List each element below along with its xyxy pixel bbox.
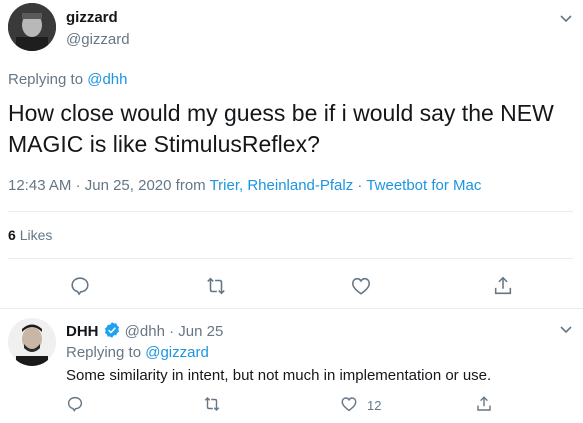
replying-prefix: Replying to (66, 344, 142, 361)
reply-author-handle[interactable]: @dhh (125, 323, 165, 340)
source-link[interactable]: Tweetbot for Mac (366, 177, 481, 194)
author-name[interactable]: gizzard (66, 9, 118, 26)
share-icon[interactable] (492, 275, 514, 297)
replying-handle-link[interactable]: @dhh (87, 71, 127, 88)
replying-to: Replying to @dhh (8, 71, 127, 88)
reply-icon[interactable] (69, 275, 91, 297)
meta-separator: · (75, 177, 81, 194)
heart-icon[interactable] (340, 395, 358, 413)
reply-author-avatar[interactable] (8, 318, 56, 366)
retweet-icon[interactable] (203, 395, 221, 413)
verified-badge-icon (104, 322, 119, 338)
reply-like-count: 12 (367, 398, 382, 413)
replying-handle-link[interactable]: @gizzard (145, 344, 209, 361)
tweet-text: How close would my guess be if i would s… (8, 100, 554, 157)
reply-author-name[interactable]: DHH (66, 323, 99, 340)
likes-count: 6 (8, 227, 16, 243)
tweet-date[interactable]: Jun 25, 2020 (85, 177, 172, 194)
reply-replying-to: Replying to @gizzard (66, 344, 209, 361)
heart-icon[interactable] (350, 275, 372, 297)
reply-date[interactable]: Jun 25 (178, 323, 223, 340)
header-separator: · (169, 323, 175, 340)
location-link[interactable]: Trier, Rheinland-Pfalz (210, 177, 354, 194)
tweet-meta: 12:43 AM · Jun 25, 2020 from Trier, Rhei… (8, 177, 481, 194)
author-avatar[interactable] (8, 3, 56, 51)
replying-prefix: Replying to (8, 71, 84, 88)
avatar-image (8, 3, 56, 51)
divider (8, 211, 573, 212)
from-label: from (175, 177, 206, 194)
reply-text: Some similarity in intent, but not much … (66, 367, 492, 384)
author-handle[interactable]: @gizzard (66, 31, 130, 48)
likes-stat[interactable]: 6 Likes (8, 227, 52, 243)
reply-icon[interactable] (66, 395, 84, 413)
chevron-down-icon[interactable] (559, 325, 573, 335)
tweet-time[interactable]: 12:43 AM (8, 177, 71, 194)
likes-label: Likes (19, 227, 53, 243)
reply-header: DHH @dhh · Jun 25 (66, 321, 223, 340)
share-icon[interactable] (475, 395, 493, 413)
retweet-icon[interactable] (205, 275, 227, 297)
avatar-image (8, 318, 56, 366)
tweet-separator (0, 308, 583, 309)
divider (8, 258, 573, 259)
chevron-down-icon[interactable] (559, 14, 573, 24)
meta-separator: · (357, 177, 363, 194)
